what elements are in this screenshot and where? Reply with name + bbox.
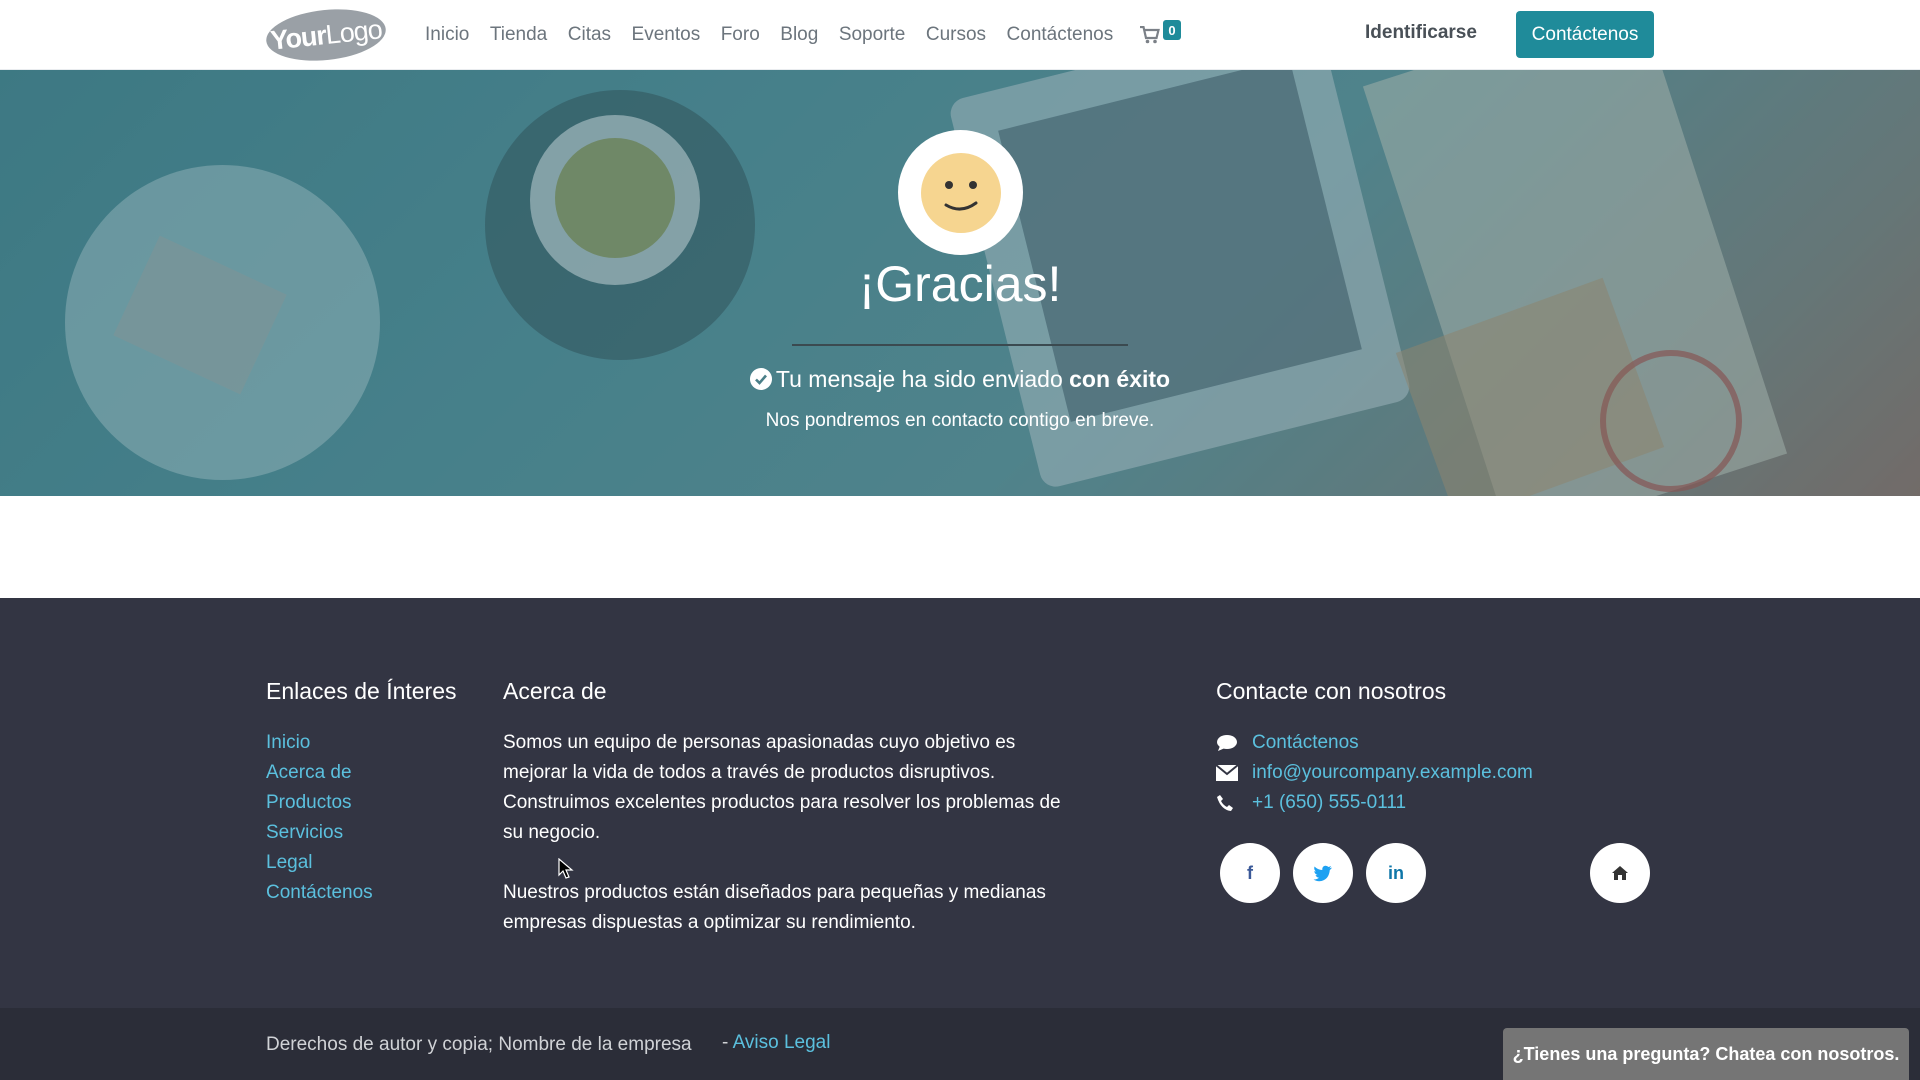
hero-divider — [792, 344, 1128, 346]
nav-item-tienda[interactable]: Tienda — [490, 24, 547, 46]
hero-banner: ¡Gracias! Tu mensaje ha sido enviado con… — [0, 70, 1920, 496]
live-chat-button[interactable]: ¿Tienes una pregunta? Chatea con nosotro… — [1503, 1028, 1909, 1080]
facebook-icon: f — [1247, 862, 1253, 883]
copyright-text: Derechos de autor y copia; Nombre de la … — [266, 1034, 692, 1055]
nav-item-soporte[interactable]: Soporte — [839, 24, 906, 46]
about-heading: Acerca de — [503, 678, 607, 704]
phone-icon — [1216, 794, 1252, 812]
about-paragraph-1: Somos un equipo de personas apasionadas … — [503, 732, 1061, 843]
follow-up-message: Nos pondremos en contacto contigo en bre… — [765, 410, 1155, 431]
site-footer: Enlaces de Ínteres Inicio Acerca de Prod… — [0, 598, 1920, 1008]
links-heading: Enlaces de Ínteres — [266, 678, 457, 704]
footer-link-inicio[interactable]: Inicio — [266, 728, 373, 758]
login-link[interactable]: Identificarse — [1365, 22, 1477, 44]
home-icon — [1612, 866, 1628, 880]
check-circle-icon — [749, 368, 772, 390]
cart-button[interactable]: 0 — [1138, 20, 1184, 52]
facebook-button[interactable]: f — [1220, 843, 1280, 903]
cart-count-badge: 0 — [1163, 20, 1181, 40]
footer-link-acerca[interactable]: Acerca de — [266, 758, 373, 788]
nav-item-blog[interactable]: Blog — [780, 24, 818, 46]
site-logo[interactable]: Your Logo — [263, 3, 389, 67]
home-button[interactable] — [1590, 843, 1650, 903]
envelope-icon — [1216, 765, 1252, 781]
twitter-button[interactable] — [1293, 843, 1353, 903]
success-message: Tu mensaje ha sido enviado con éxito — [0, 366, 1920, 393]
phone-link[interactable]: +1 (650) 555-0111 — [1252, 792, 1406, 814]
shopping-cart-icon — [1140, 26, 1160, 44]
site-header: Your Logo Inicio Tienda Citas Eventos For… — [0, 0, 1920, 70]
nav-item-eventos[interactable]: Eventos — [632, 24, 701, 46]
legal-notice: - Aviso Legal — [722, 1032, 831, 1053]
contact-heading: Contacte con nosotros — [1216, 678, 1447, 704]
email-link[interactable]: info@yourcompany.example.com — [1252, 762, 1533, 784]
footer-link-servicios[interactable]: Servicios — [266, 818, 373, 848]
footer-link-legal[interactable]: Legal — [266, 848, 373, 878]
linkedin-button[interactable]: in — [1366, 843, 1426, 903]
nav-item-foro[interactable]: Foro — [721, 24, 760, 46]
comment-icon — [1216, 734, 1252, 752]
contact-row-email: info@yourcompany.example.com — [1216, 758, 1533, 788]
footer-link-contactenos[interactable]: Contáctenos — [266, 878, 373, 908]
about-paragraph-2: Nuestros productos están diseñados para … — [503, 882, 1046, 933]
contact-us-link[interactable]: Contáctenos — [1252, 732, 1359, 754]
linkedin-icon: in — [1388, 862, 1404, 883]
main-nav: Inicio Tienda Citas Eventos Foro Blog So… — [425, 0, 1134, 70]
legal-notice-link[interactable]: Aviso Legal — [733, 1032, 831, 1053]
contact-list: Contáctenos info@yourcompany.example.com… — [1216, 728, 1533, 818]
nav-item-contactenos[interactable]: Contáctenos — [1007, 24, 1114, 46]
contact-row-chat: Contáctenos — [1216, 728, 1533, 758]
contact-us-button[interactable]: Contáctenos — [1516, 11, 1654, 58]
twitter-icon — [1313, 865, 1332, 881]
contact-row-phone: +1 (650) 555-0111 — [1216, 788, 1533, 818]
smiley-icon — [920, 152, 1001, 233]
nav-item-citas[interactable]: Citas — [568, 24, 611, 46]
nav-item-inicio[interactable]: Inicio — [425, 24, 469, 46]
about-text: Somos un equipo de personas apasionadas … — [503, 728, 1063, 968]
smiley-badge — [898, 130, 1023, 255]
mouse-cursor-icon — [558, 858, 574, 879]
footer-link-productos[interactable]: Productos — [266, 788, 373, 818]
thank-you-heading: ¡Gracias! — [858, 256, 1062, 312]
nav-item-cursos[interactable]: Cursos — [926, 24, 986, 46]
footer-links: Inicio Acerca de Productos Servicios Leg… — [266, 728, 373, 908]
